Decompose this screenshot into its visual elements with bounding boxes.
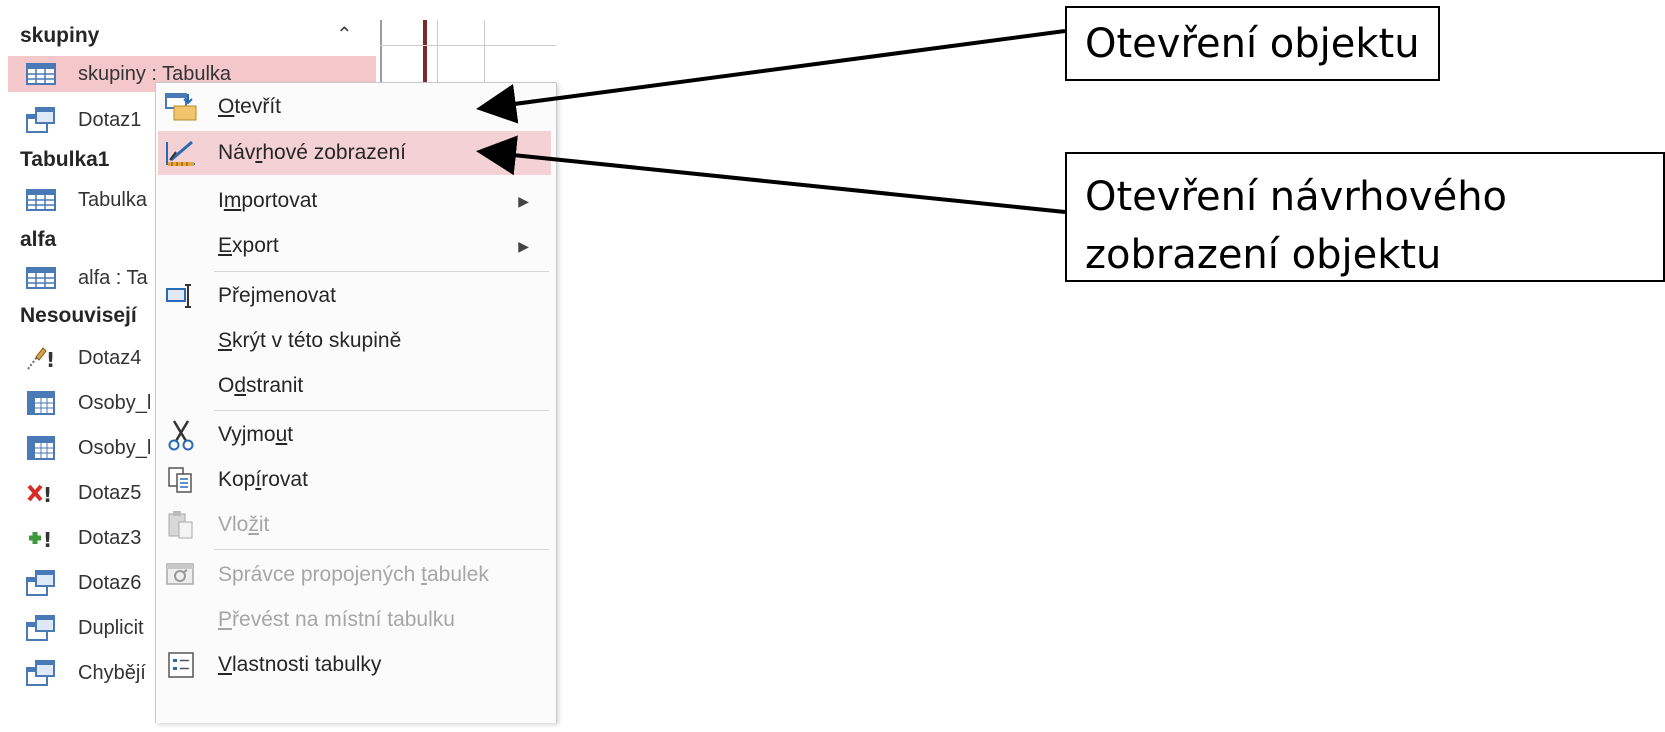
callout-open-object: Otevření objektu [1065,6,1440,81]
callout-arrows [476,29,1066,214]
callout-design-view: Otevření návrhového zobrazení objektu [1065,152,1665,282]
callout-text-line1: Otevření návrhového [1085,174,1508,220]
arrow-to-design-view [476,135,1066,214]
callout-text: Otevření objektu [1085,21,1420,67]
arrow-to-open [476,29,1066,124]
callout-text-line2: zobrazení objektu [1085,232,1442,278]
